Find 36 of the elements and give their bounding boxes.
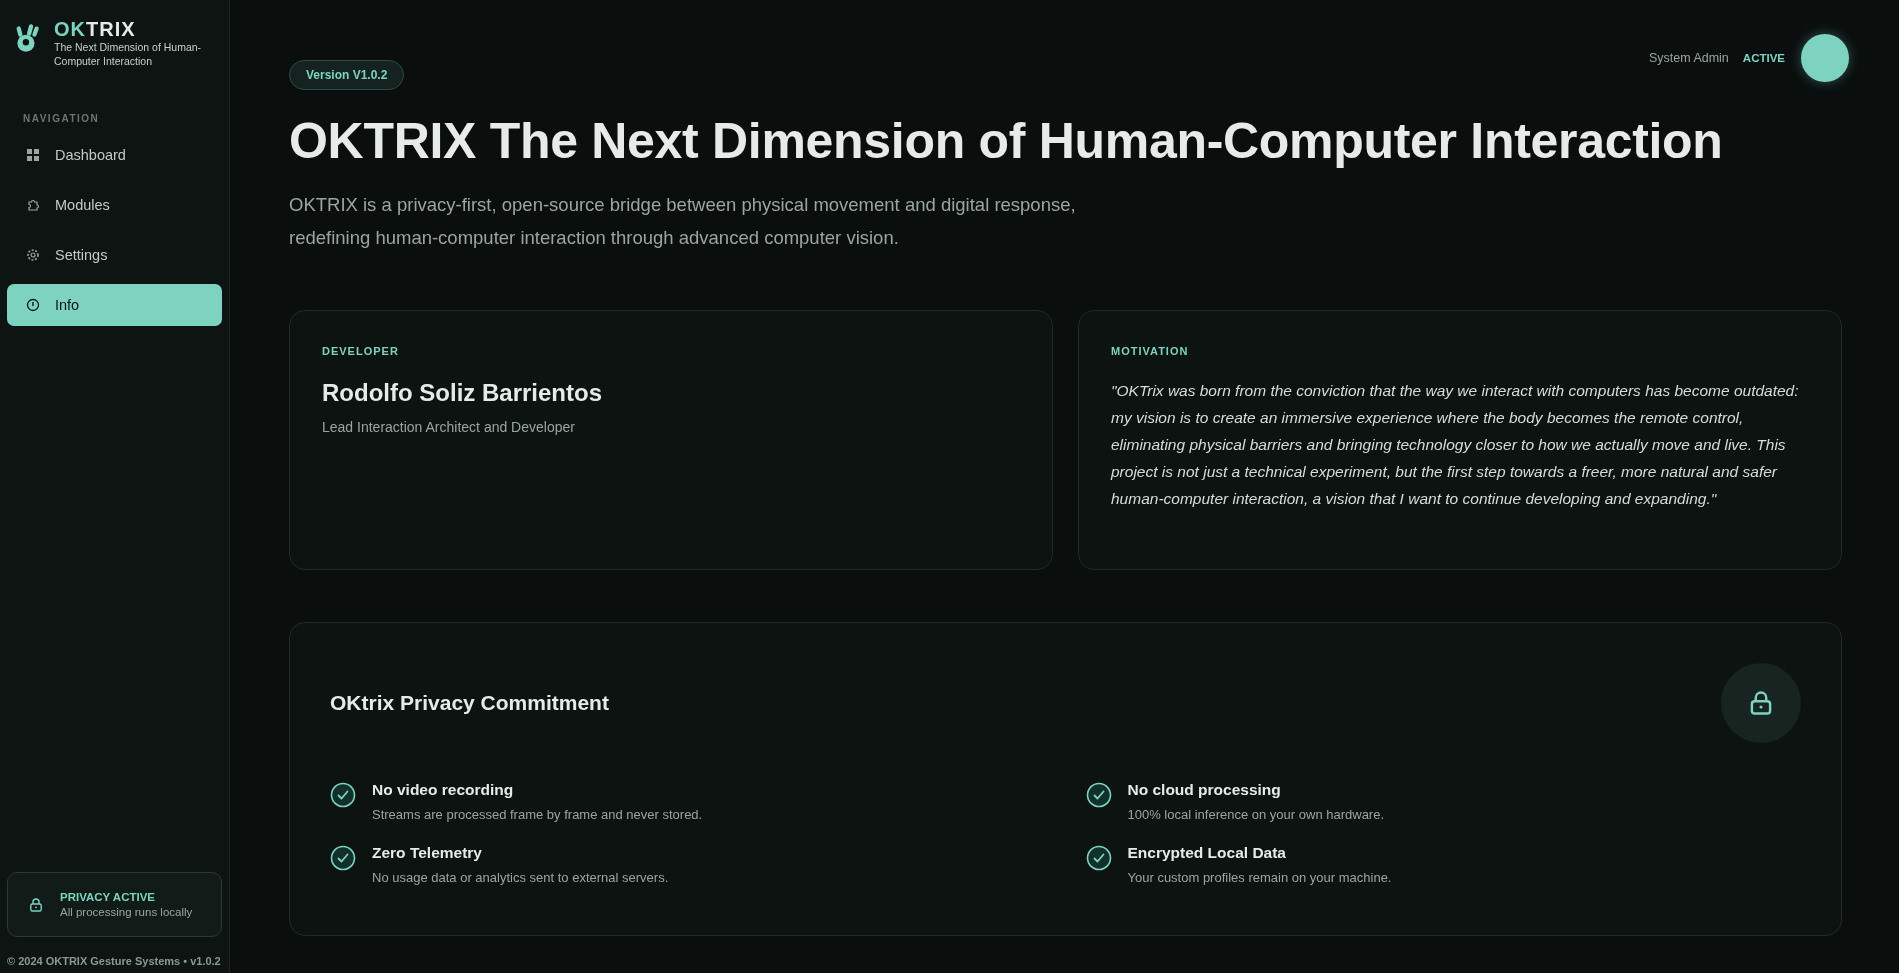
brand-tagline: The Next Dimension of Human-Computer Interaction (54, 40, 203, 68)
developer-role: Lead Interaction Architect and Developer (322, 419, 576, 435)
feature-title: No video recording (372, 781, 515, 799)
hand-icon (14, 22, 40, 54)
card-label: MOTIVATION (1111, 345, 1190, 357)
status-title: PRIVACY ACTIVE (60, 891, 156, 903)
avatar[interactable] (1801, 34, 1849, 82)
feature-title: Zero Telemetry (372, 844, 483, 862)
feature-text: Streams are processed frame by frame and never stored. (372, 807, 703, 822)
feature-title: No cloud processing (1127, 781, 1282, 799)
feature-text: 100% local inference on your own hardware. (1127, 807, 1385, 822)
nav-item[interactable]: Dashboard (7, 134, 222, 176)
user-name: System Admin (1648, 51, 1729, 65)
nav-item[interactable]: Info (7, 284, 222, 326)
section-title: OKtrix Privacy Commitment (330, 691, 609, 715)
status-text: All processing runs locally (60, 906, 193, 918)
brand-name: OKTRIX (54, 18, 137, 40)
lock-icon (28, 896, 44, 913)
grid-icon (26, 148, 40, 162)
nav-item[interactable]: Settings (7, 234, 222, 276)
card-label: DEVELOPER (322, 345, 400, 357)
section-label: NAVIGATION (23, 113, 101, 124)
feature-title: Encrypted Local Data (1127, 844, 1287, 862)
info-icon (26, 298, 40, 312)
version-badge: Version V1.0.2 (289, 60, 405, 90)
nav-item[interactable]: Modules (7, 184, 222, 226)
page-description: OKTRIX is a privacy-first, open-source bridge between physical movement and digital response, redefining human-computer interaction through advanced computer vision. (289, 193, 1077, 250)
page-title: OKTRIX The Next Dimension of Human-Computer Interaction (289, 112, 1724, 170)
feature-text: No usage data or analytics sent to external servers. (372, 870, 669, 885)
gear-icon (26, 248, 40, 262)
copyright-text: © 2024 OKTRIX Gesture Systems • v1.0.2 (7, 955, 222, 967)
quote-text: "OKTrix was born from the conviction that the way we interact with computers has become outdated: my vision is to create an immersive experience where the body becomes the remote control, eliminating physical barriers and bringing technology closer to how we actually move and live. This project is not just a technical experiment, but the first step towards a freer, more natural and safer human-computer interaction, a vision that I want to continue developing and expanding." (1111, 381, 1800, 509)
puzzle-icon (26, 198, 40, 212)
status-label: ACTIVE (1742, 52, 1785, 64)
developer-name: Rodolfo Soliz Barrientos (322, 379, 603, 407)
feature-text: Your custom profiles remain on your machine. (1127, 870, 1392, 885)
